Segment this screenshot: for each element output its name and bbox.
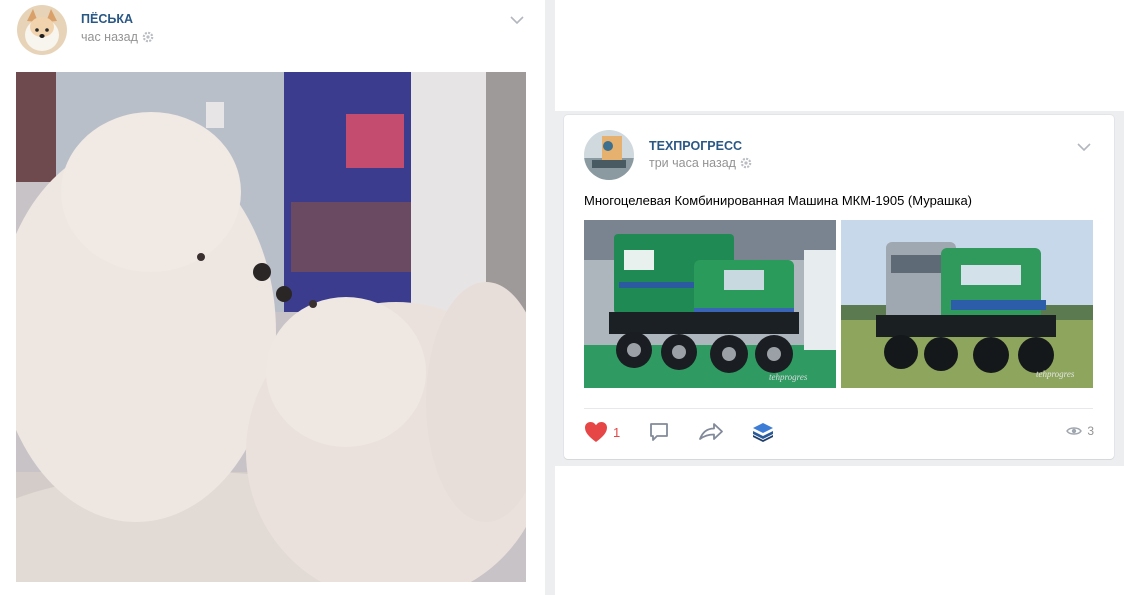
heart-icon	[585, 422, 607, 442]
views-count: 3	[1087, 424, 1094, 438]
comment-icon	[650, 423, 669, 441]
post-photo-1[interactable]: tehprogres	[584, 220, 836, 388]
previous-post-bottom	[555, 0, 1124, 111]
watermark: tehprogres	[1036, 369, 1075, 379]
next-post-top	[555, 466, 1124, 595]
post-photo[interactable]	[16, 72, 526, 582]
eye-icon	[1066, 427, 1083, 435]
chevron-down-icon[interactable]	[1077, 143, 1091, 151]
post-time-text[interactable]: час назад	[81, 30, 138, 44]
settings-icon[interactable]	[740, 157, 752, 169]
post-text: Многоцелевая Комбинированная Машина МКМ-…	[584, 193, 973, 208]
post-time[interactable]: три часа назад	[649, 156, 752, 170]
post-card-2: ТЕХПРОГРЕСС три часа назад Многоцелевая …	[564, 115, 1114, 459]
author-name[interactable]: ТЕХПРОГРЕСС	[649, 139, 742, 153]
post-actions: 1	[584, 421, 792, 443]
share-button[interactable]	[698, 421, 724, 443]
post-card-1: ПЁСЬКА час назад	[0, 0, 545, 595]
actions-divider	[584, 408, 1093, 409]
feed-gutter	[545, 0, 555, 595]
like-count: 1	[613, 424, 621, 440]
post-time-text[interactable]: три часа назад	[649, 156, 736, 170]
post-photo-2[interactable]: tehprogres	[841, 220, 1093, 388]
settings-icon[interactable]	[142, 31, 154, 43]
author-avatar[interactable]	[17, 5, 67, 55]
views-counter: 3	[1066, 424, 1094, 438]
author-name[interactable]: ПЁСЬКА	[81, 12, 133, 26]
stack-button[interactable]	[752, 421, 774, 443]
post-time[interactable]: час назад	[81, 30, 154, 44]
share-icon	[699, 423, 724, 440]
like-button[interactable]: 1	[584, 421, 620, 443]
layers-icon	[753, 423, 774, 442]
comment-button[interactable]	[648, 421, 670, 443]
author-avatar[interactable]	[584, 130, 634, 180]
watermark: tehprogres	[769, 372, 808, 382]
chevron-down-icon[interactable]	[510, 16, 524, 24]
